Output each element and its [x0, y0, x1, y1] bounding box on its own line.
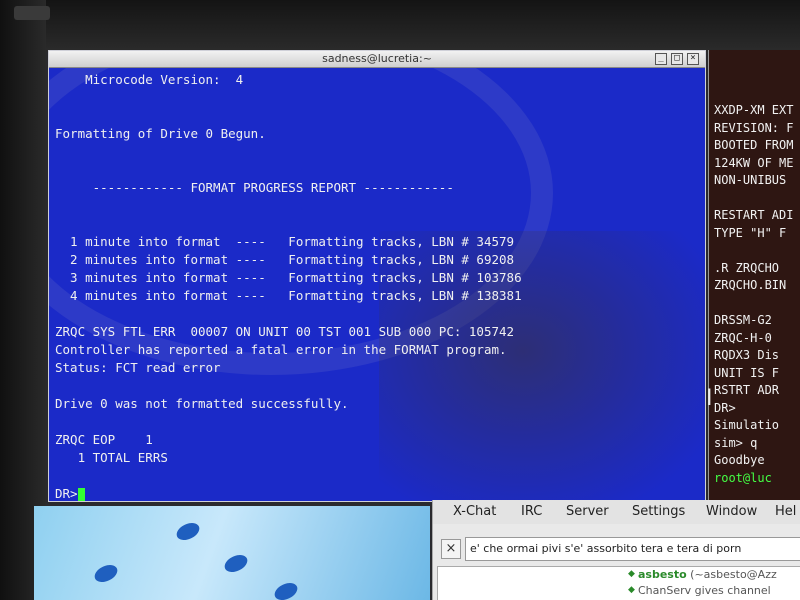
secondary-terminal-line: RESTART ADI [714, 208, 794, 222]
menu-xchat[interactable]: X-Chat [453, 504, 496, 519]
wallpaper-spot [271, 579, 301, 600]
chat-line: asbesto (~asbesto@Azz [638, 568, 777, 581]
menu-irc[interactable]: IRC [521, 504, 542, 519]
close-button[interactable]: × [687, 53, 699, 65]
secondary-terminal-line: ZRQCHO.BIN [714, 278, 787, 292]
secondary-terminal-line: TYPE "H" F [714, 225, 787, 240]
maximize-button[interactable]: □ [671, 53, 683, 65]
secondary-terminal-line: REVISION: F [714, 120, 794, 135]
menu-help[interactable]: Hel [775, 504, 796, 519]
chat-marker: ◆ [628, 569, 635, 579]
topic-field[interactable]: e' che ormai pivi s'e' assorbito tera e … [465, 537, 800, 561]
secondary-terminal-line: NON-UNIBUS [714, 173, 787, 187]
chat-nick[interactable]: ChanServ [638, 584, 691, 597]
xchat-menubar: X-Chat IRC Server Settings Window Hel [433, 500, 800, 524]
main-terminal-window[interactable]: sadness@lucretia:~ _ □ × Microcode Versi… [48, 50, 706, 502]
secondary-terminal-line: RSTRT ADR [714, 383, 780, 397]
terminal-line: ------------ FORMAT PROGRESS REPORT ----… [55, 180, 454, 195]
secondary-terminal-line [714, 295, 793, 313]
desktop-wallpaper [34, 506, 430, 600]
secondary-terminal-prompt: root@luc [714, 470, 772, 485]
secondary-terminal-line: UNIT IS F [714, 365, 780, 380]
secondary-terminal-line: DRSSM-G2 [714, 313, 772, 327]
terminal-line: Status: FCT read error [55, 360, 221, 375]
menu-server[interactable]: Server [566, 504, 609, 519]
secondary-terminal-output[interactable]: XXDP-XM EXT REVISION: F BOOTED FROM 124KW O… [714, 102, 793, 487]
menu-window[interactable]: Window [706, 504, 757, 519]
terminal-line: Drive 0 was not formatted successfully. [55, 396, 349, 411]
terminal-line: Microcode Version: 4 [55, 72, 244, 87]
ibeam-cursor-icon: I [706, 386, 713, 411]
wallpaper-spot [91, 561, 121, 586]
menu-settings[interactable]: Settings [632, 504, 685, 519]
terminal-titlebar[interactable]: sadness@lucretia:~ _ □ × [49, 51, 705, 68]
monitor-bezel-top [0, 0, 800, 52]
secondary-terminal-line: Simulatio [714, 418, 780, 432]
secondary-terminal-line [714, 242, 793, 260]
terminal-line: 1 TOTAL ERRS [55, 450, 168, 465]
bezel-notch [14, 6, 50, 20]
secondary-terminal-line: BOOTED FROM [714, 138, 794, 152]
secondary-terminal-line: Goodbye [714, 453, 765, 467]
xchat-window[interactable]: X-Chat IRC Server Settings Window Hel × … [432, 500, 800, 600]
wallpaper-spot [221, 551, 251, 576]
secondary-terminal-line: sim> q [714, 435, 758, 450]
wallpaper-spot [173, 519, 203, 544]
secondary-terminal-line: .R ZRQCHO [714, 260, 780, 275]
text-cursor [77, 488, 85, 501]
window-title: sadness@lucretia:~ [322, 52, 432, 65]
secondary-terminal-line: ZRQC-H-0 [714, 330, 772, 345]
terminal-output[interactable]: Microcode Version: 4 Formatting of Drive … [55, 71, 522, 501]
close-tab-button[interactable]: × [441, 539, 461, 559]
terminal-line: Formatting of Drive 0 Begun. [55, 126, 266, 141]
chat-text: gives channel [694, 584, 771, 597]
chat-nick[interactable]: asbesto [638, 568, 687, 581]
secondary-terminal-window[interactable]: XXDP-XM EXT REVISION: F BOOTED FROM 124KW O… [708, 50, 800, 500]
topic-row: × e' che ormai pivi s'e' assorbito tera … [433, 534, 800, 564]
secondary-terminal-line [714, 190, 793, 208]
terminal-line: 3 minutes into format ---- Formatting tr… [55, 270, 522, 285]
secondary-terminal-line: XXDP-XM EXT [714, 103, 794, 117]
secondary-terminal-line: DR> [714, 400, 736, 415]
terminal-line: 2 minutes into format ---- Formatting tr… [55, 252, 515, 267]
terminal-line: 1 minute into format ---- Formatting tra… [55, 234, 515, 249]
chat-text: (~asbesto@Azz [690, 568, 777, 581]
secondary-terminal-line: RQDX3 Dis [714, 348, 780, 362]
terminal-line: 4 minutes into format ---- Formatting tr… [55, 288, 522, 303]
chat-area[interactable]: ◆ asbesto (~asbesto@Azz ◆ ChanServ gives… [437, 566, 800, 600]
terminal-line: ZRQC EOP 1 [55, 432, 153, 447]
terminal-line: Controller has reported a fatal error in… [55, 342, 507, 357]
secondary-terminal-line: 124KW OF ME [714, 155, 794, 170]
minimize-button[interactable]: _ [655, 53, 667, 65]
chat-marker: ◆ [628, 585, 635, 595]
terminal-prompt: DR> [55, 486, 78, 501]
terminal-line: ZRQC SYS FTL ERR 00007 ON UNIT 00 TST 00… [55, 324, 515, 339]
chat-line: ChanServ gives channel [638, 584, 771, 597]
